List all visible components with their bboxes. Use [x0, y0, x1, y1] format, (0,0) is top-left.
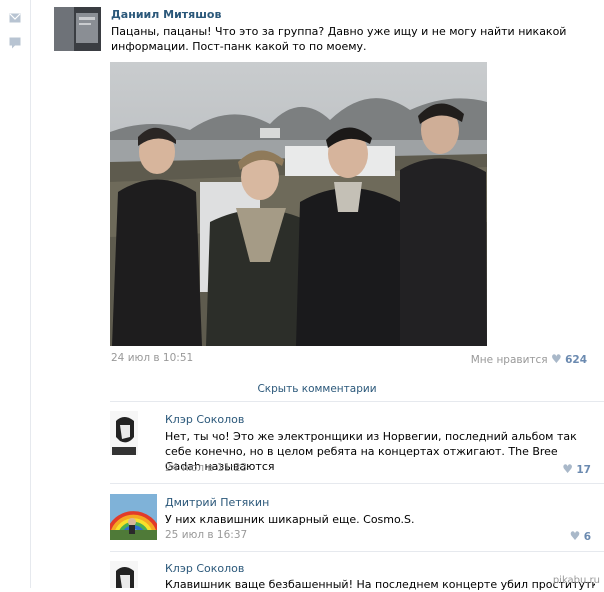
divider: [110, 551, 604, 552]
post-like-count: 624: [565, 354, 587, 366]
comment-like-count: 17: [576, 464, 591, 476]
post-author-name[interactable]: Даниил Митяшов: [111, 8, 221, 21]
post-author-avatar[interactable]: [54, 7, 101, 51]
comment-timestamp[interactable]: 24 июл в 11:23: [165, 462, 247, 474]
heart-icon: ♥: [550, 352, 562, 366]
comment-icon[interactable]: [9, 37, 21, 49]
comment-avatar[interactable]: [110, 494, 157, 540]
divider: [110, 401, 604, 402]
comment-author[interactable]: Клэр Соколов: [165, 413, 244, 426]
heart-icon: ♥: [562, 462, 574, 476]
comment-text: У них клавишник шикарный еще. Cosmo.S.: [165, 513, 415, 526]
comment-timestamp[interactable]: 25 июл в 16:37: [165, 529, 247, 541]
comment-text: Клавишник ваще безбашенный! На последнем…: [165, 578, 595, 591]
left-sidebar: [0, 0, 31, 588]
heart-icon: ♥: [569, 529, 581, 543]
post-like-label: Мне нравится: [470, 354, 548, 366]
comment-avatar[interactable]: [110, 561, 138, 588]
comment-like-button[interactable]: ♥ 6: [570, 529, 591, 543]
hide-comments-link[interactable]: Скрыть комментарии: [30, 383, 604, 395]
post-like-button[interactable]: Мне нравится ♥ 624: [471, 352, 587, 366]
post-photo[interactable]: [110, 62, 487, 346]
comment-like-button[interactable]: ♥ 17: [562, 462, 591, 476]
post-text: Пацаны, пацаны! Что это за группа? Давно…: [111, 25, 567, 53]
wall-post: Даниил Митяшов Пацаны, пацаны! Что это з…: [30, 0, 604, 591]
post-timestamp[interactable]: 24 июл в 10:51: [111, 352, 193, 364]
comment-author[interactable]: Клэр Соколов: [165, 562, 244, 575]
divider: [110, 483, 604, 484]
watermark: pikabu.ru: [552, 575, 600, 586]
comment-author[interactable]: Дмитрий Петякин: [165, 496, 269, 509]
mail-icon[interactable]: [9, 12, 21, 24]
comment-avatar[interactable]: [110, 411, 138, 455]
comment-like-count: 6: [583, 531, 591, 543]
